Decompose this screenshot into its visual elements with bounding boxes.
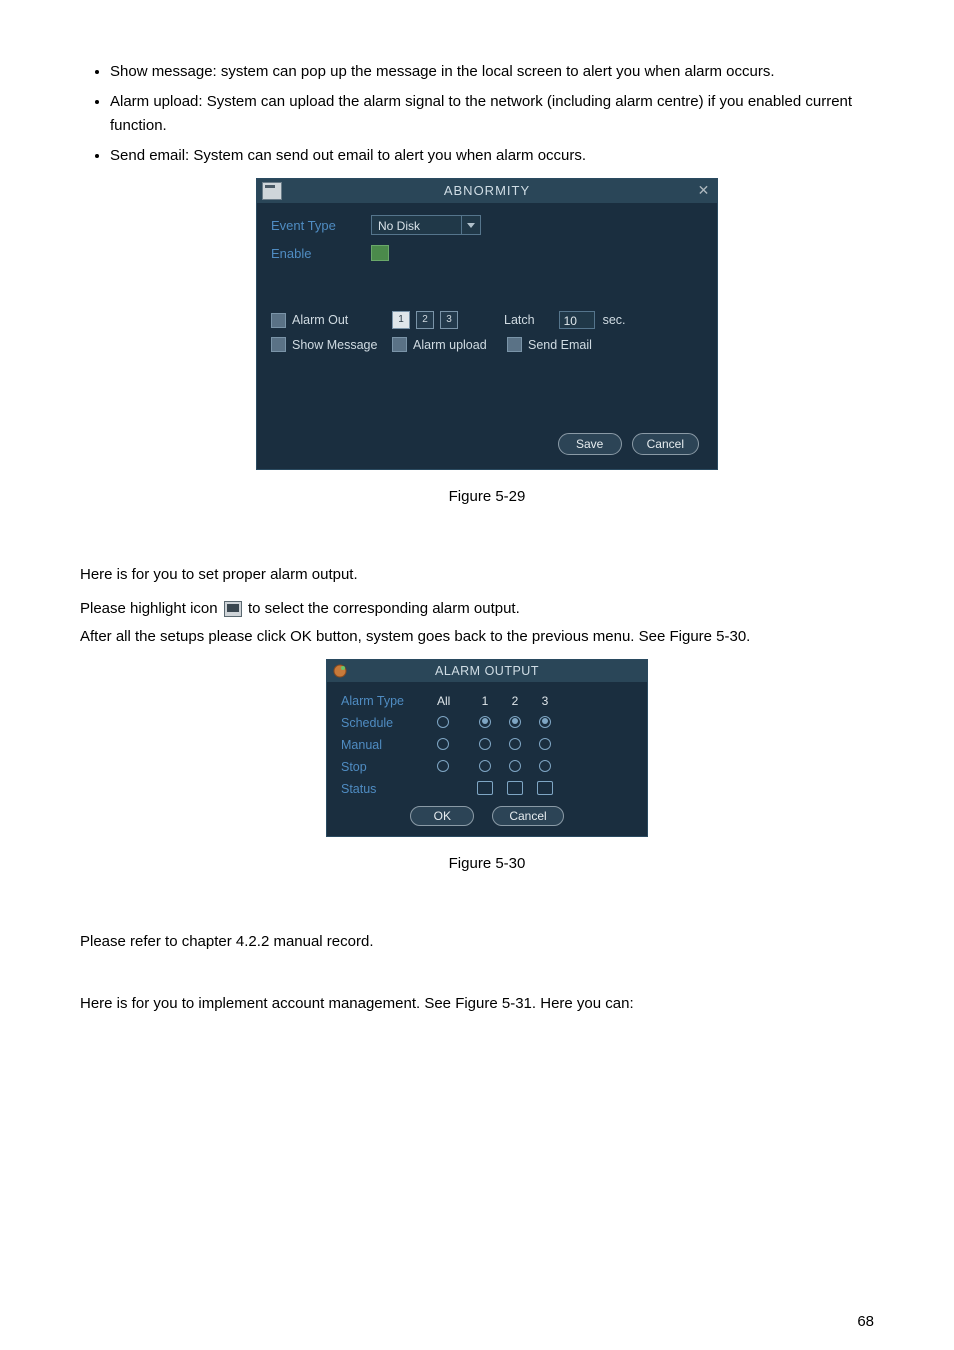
show-message-label: Show Message xyxy=(292,338,376,352)
event-type-value: No Disk xyxy=(378,219,420,233)
event-type-select[interactable]: No Disk xyxy=(371,215,481,235)
stop-radio-2[interactable] xyxy=(509,760,521,772)
stop-all-radio[interactable] xyxy=(437,760,449,772)
paragraph: Please highlight icon to select the corr… xyxy=(80,597,894,621)
highlight-box-icon xyxy=(224,601,242,617)
alarm-out-channel-2[interactable]: 2 xyxy=(416,311,434,329)
stop-label: Stop xyxy=(341,760,437,774)
manual-radio-2[interactable] xyxy=(509,738,521,750)
col-header-3: 3 xyxy=(537,694,553,708)
dialog-titlebar: ABNORMITY ✕ xyxy=(257,179,717,203)
alarm-output-dialog: ALARM OUTPUT Alarm Type All 1 2 3 Schedu… xyxy=(326,659,648,837)
alarm-out-channel-1[interactable]: 1 xyxy=(392,311,410,329)
cancel-button[interactable]: Cancel xyxy=(632,433,699,455)
ok-button[interactable]: OK xyxy=(410,806,474,826)
manual-all-radio[interactable] xyxy=(437,738,449,750)
stop-radio-1[interactable] xyxy=(479,760,491,772)
dialog-icon xyxy=(332,663,348,677)
alarm-upload-label: Alarm upload xyxy=(413,338,491,352)
status-label: Status xyxy=(341,782,437,796)
send-email-label: Send Email xyxy=(528,338,592,352)
schedule-radio-3[interactable] xyxy=(539,716,551,728)
dialog-title: ABNORMITY xyxy=(444,183,530,198)
alarm-out-channel-3[interactable]: 3 xyxy=(440,311,458,329)
abnormity-dialog: ABNORMITY ✕ Event Type No Disk Enable xyxy=(256,178,718,470)
schedule-label: Schedule xyxy=(341,716,437,730)
manual-radio-1[interactable] xyxy=(479,738,491,750)
page-number: 68 xyxy=(857,1313,874,1330)
all-column-header: All xyxy=(437,694,477,708)
send-email-checkbox[interactable] xyxy=(507,337,522,352)
enable-checkbox[interactable] xyxy=(371,245,389,261)
enable-label: Enable xyxy=(271,246,371,261)
status-box-1 xyxy=(477,781,493,795)
dialog-icon xyxy=(262,182,282,200)
latch-label: Latch xyxy=(504,313,535,327)
paragraph: Please refer to chapter 4.2.2 manual rec… xyxy=(80,930,894,954)
bullet-item: Alarm upload: System can upload the alar… xyxy=(110,90,894,138)
alarm-type-label: Alarm Type xyxy=(341,694,437,708)
close-icon[interactable]: ✕ xyxy=(696,182,712,198)
chevron-down-icon[interactable] xyxy=(461,216,480,234)
alarm-out-checkbox[interactable] xyxy=(271,313,286,328)
event-type-label: Event Type xyxy=(271,218,371,233)
dialog-titlebar: ALARM OUTPUT xyxy=(327,660,647,682)
alarm-upload-checkbox[interactable] xyxy=(392,337,407,352)
stop-radio-3[interactable] xyxy=(539,760,551,772)
figure-label-2: Figure 5-30 xyxy=(80,855,894,872)
paragraph: After all the setups please click OK but… xyxy=(80,625,894,649)
bullet-list: Show message: system can pop up the mess… xyxy=(110,60,894,168)
manual-radio-3[interactable] xyxy=(539,738,551,750)
schedule-radio-2[interactable] xyxy=(509,716,521,728)
col-header-2: 2 xyxy=(507,694,523,708)
bullet-item: Show message: system can pop up the mess… xyxy=(110,60,894,84)
status-box-2 xyxy=(507,781,523,795)
bullet-item: Send email: System can send out email to… xyxy=(110,144,894,168)
cancel-button[interactable]: Cancel xyxy=(492,806,563,826)
dialog-title: ALARM OUTPUT xyxy=(435,664,539,678)
status-box-3 xyxy=(537,781,553,795)
figure-label-1: Figure 5-29 xyxy=(80,488,894,505)
show-message-checkbox[interactable] xyxy=(271,337,286,352)
alarm-out-label: Alarm Out xyxy=(292,313,376,327)
col-header-1: 1 xyxy=(477,694,493,708)
paragraph: Here is for you to implement account man… xyxy=(80,992,894,1016)
schedule-all-radio[interactable] xyxy=(437,716,449,728)
schedule-radio-1[interactable] xyxy=(479,716,491,728)
manual-label: Manual xyxy=(341,738,437,752)
paragraph: Here is for you to set proper alarm outp… xyxy=(80,563,894,587)
save-button[interactable]: Save xyxy=(558,433,622,455)
latch-unit: sec. xyxy=(603,313,626,327)
latch-input[interactable]: 10 xyxy=(559,311,595,329)
